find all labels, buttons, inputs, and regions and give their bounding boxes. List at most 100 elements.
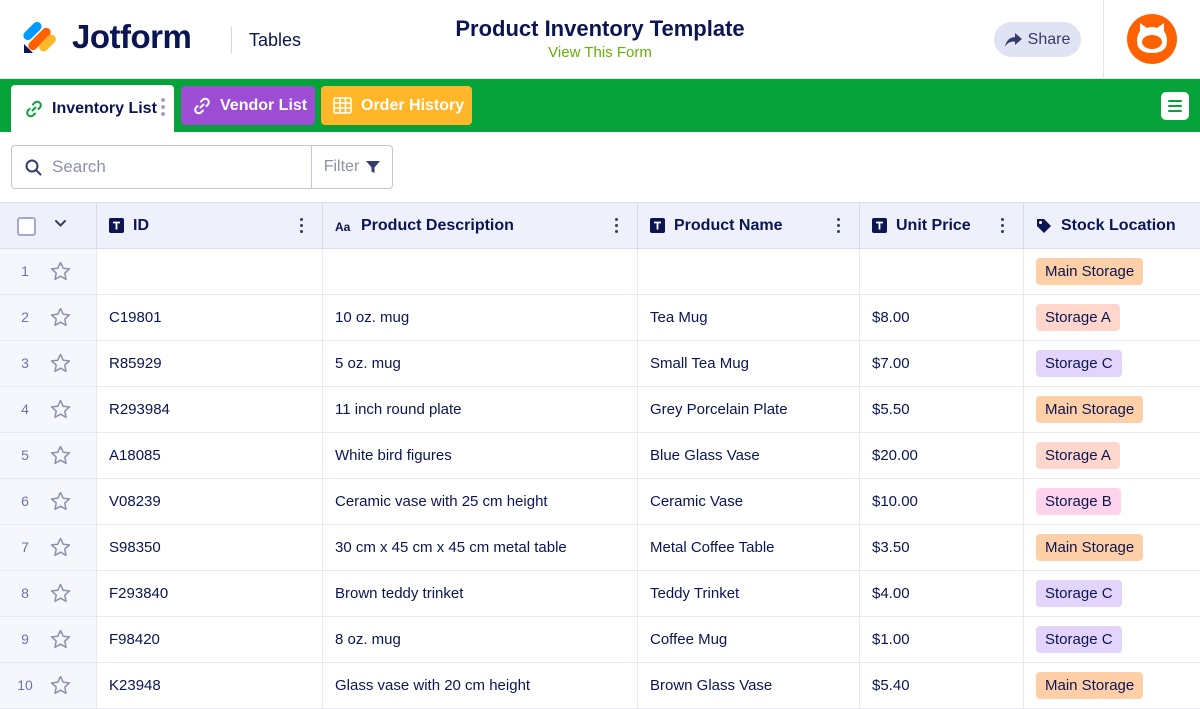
cell-desc[interactable]: Glass vase with 20 cm height [323,663,638,708]
column-header-stock-location[interactable]: Stock Location [1024,203,1200,248]
cell-stock-location[interactable]: Main Storage [1024,387,1200,432]
cell-id[interactable]: F293840 [97,571,323,616]
select-all-checkbox[interactable] [17,217,36,236]
table-row[interactable]: 10 K23948 Glass vase with 20 cm height Brow… [0,663,1200,709]
cell-desc[interactable]: 8 oz. mug [323,617,638,662]
cell-price[interactable]: $7.00 [860,341,1024,386]
cell-price[interactable]: $8.00 [860,295,1024,340]
star-icon[interactable] [50,675,71,695]
column-label: Stock Location [1061,216,1176,234]
table-row[interactable]: 1 Main Storage [0,249,1200,295]
cell-name[interactable]: Teddy Trinket [638,571,860,616]
cell-price[interactable]: $10.00 [860,479,1024,524]
cell-desc[interactable] [323,249,638,294]
cell-stock-location[interactable]: Storage A [1024,295,1200,340]
table-row[interactable]: 9 F98420 8 oz. mug Coffee Mug $1.00 Storage C [0,617,1200,663]
share-button[interactable]: Share [994,22,1081,57]
cell-price[interactable]: $5.40 [860,663,1024,708]
cell-stock-location[interactable]: Storage A [1024,433,1200,478]
jotform-logo[interactable]: Jotform [22,18,192,56]
cell-price[interactable] [860,249,1024,294]
cell-desc[interactable]: Ceramic vase with 25 cm height [323,479,638,524]
text-type-icon [650,218,665,233]
cell-desc[interactable]: White bird figures [323,433,638,478]
cell-name[interactable]: Brown Glass Vase [638,663,860,708]
svg-text:Aa: Aa [335,220,351,232]
cell-price[interactable]: $5.50 [860,387,1024,432]
star-icon[interactable] [50,583,71,603]
column-options-icon[interactable] [837,218,840,233]
cell-stock-location[interactable]: Main Storage [1024,249,1200,294]
column-header-id[interactable]: ID [97,203,323,248]
select-all-header [0,203,97,248]
cell-id[interactable]: S98350 [97,525,323,570]
table-row[interactable]: 7 S98350 30 cm x 45 cm x 45 cm metal table… [0,525,1200,571]
cell-desc[interactable]: 5 oz. mug [323,341,638,386]
cell-name[interactable] [638,249,860,294]
cell-name[interactable]: Coffee Mug [638,617,860,662]
cell-stock-location[interactable]: Main Storage [1024,525,1200,570]
cell-price[interactable]: $4.00 [860,571,1024,616]
table-row[interactable]: 4 R293984 11 inch round plate Grey Porcelai… [0,387,1200,433]
cell-price[interactable]: $1.00 [860,617,1024,662]
row-number-cell: 8 [0,571,97,616]
table-row[interactable]: 6 V08239 Ceramic vase with 25 cm height Cer… [0,479,1200,525]
table-row[interactable]: 2 C19801 10 oz. mug Tea Mug $8.00 Storage A [0,295,1200,341]
section-label[interactable]: Tables [249,30,301,51]
column-options-icon[interactable] [1001,218,1004,233]
column-header-unit-price[interactable]: Unit Price [860,203,1024,248]
cell-name[interactable]: Small Tea Mug [638,341,860,386]
filter-button[interactable]: Filter [311,145,393,189]
star-icon[interactable] [50,445,71,465]
star-icon[interactable] [50,629,71,649]
cell-id[interactable]: A18085 [97,433,323,478]
cell-stock-location[interactable]: Storage C [1024,617,1200,662]
column-header-product-name[interactable]: Product Name [638,203,860,248]
tab-vendor-list[interactable]: Vendor List [181,86,315,125]
star-icon[interactable] [50,537,71,557]
tab-inventory-list[interactable]: Inventory List [11,85,174,132]
column-header-product-description[interactable]: Aa Product Description [323,203,638,248]
tab-order-history[interactable]: Order History [321,86,472,125]
cell-name[interactable]: Blue Glass Vase [638,433,860,478]
cell-name[interactable]: Tea Mug [638,295,860,340]
cell-desc[interactable]: 10 oz. mug [323,295,638,340]
row-number: 3 [21,355,29,371]
cell-desc[interactable]: 30 cm x 45 cm x 45 cm metal table [323,525,638,570]
star-icon[interactable] [50,307,71,327]
cell-id[interactable]: F98420 [97,617,323,662]
hamburger-menu-icon[interactable] [1161,92,1189,120]
avatar[interactable] [1127,14,1177,64]
cell-name[interactable]: Ceramic Vase [638,479,860,524]
star-icon[interactable] [50,353,71,373]
view-form-link[interactable]: View This Form [548,44,652,61]
column-options-icon[interactable] [300,218,303,233]
cell-price[interactable]: $20.00 [860,433,1024,478]
table-row[interactable]: 3 R85929 5 oz. mug Small Tea Mug $7.00 Storag… [0,341,1200,387]
search-input[interactable] [52,157,292,177]
cell-name[interactable]: Metal Coffee Table [638,525,860,570]
cell-stock-location[interactable]: Storage B [1024,479,1200,524]
cell-desc[interactable]: Brown teddy trinket [323,571,638,616]
cell-price[interactable]: $3.50 [860,525,1024,570]
star-icon[interactable] [50,399,71,419]
star-icon[interactable] [50,261,71,281]
cell-id[interactable]: K23948 [97,663,323,708]
cell-stock-location[interactable]: Storage C [1024,341,1200,386]
cell-id[interactable]: R293984 [97,387,323,432]
cell-id[interactable] [97,249,323,294]
tab-options-icon[interactable] [161,98,165,116]
cell-id[interactable]: V08239 [97,479,323,524]
cell-name[interactable]: Grey Porcelain Plate [638,387,860,432]
cell-stock-location[interactable]: Storage C [1024,571,1200,616]
cell-id[interactable]: C19801 [97,295,323,340]
cell-stock-location[interactable]: Main Storage [1024,663,1200,708]
column-options-icon[interactable] [615,218,618,233]
table-row[interactable]: 5 A18085 White bird figures Blue Glass Vase… [0,433,1200,479]
star-icon[interactable] [50,491,71,511]
cell-desc[interactable]: 11 inch round plate [323,387,638,432]
column-label: Product Description [361,216,514,234]
cell-id[interactable]: R85929 [97,341,323,386]
chevron-down-icon[interactable] [54,219,67,228]
table-row[interactable]: 8 F293840 Brown teddy trinket Teddy Trinket… [0,571,1200,617]
